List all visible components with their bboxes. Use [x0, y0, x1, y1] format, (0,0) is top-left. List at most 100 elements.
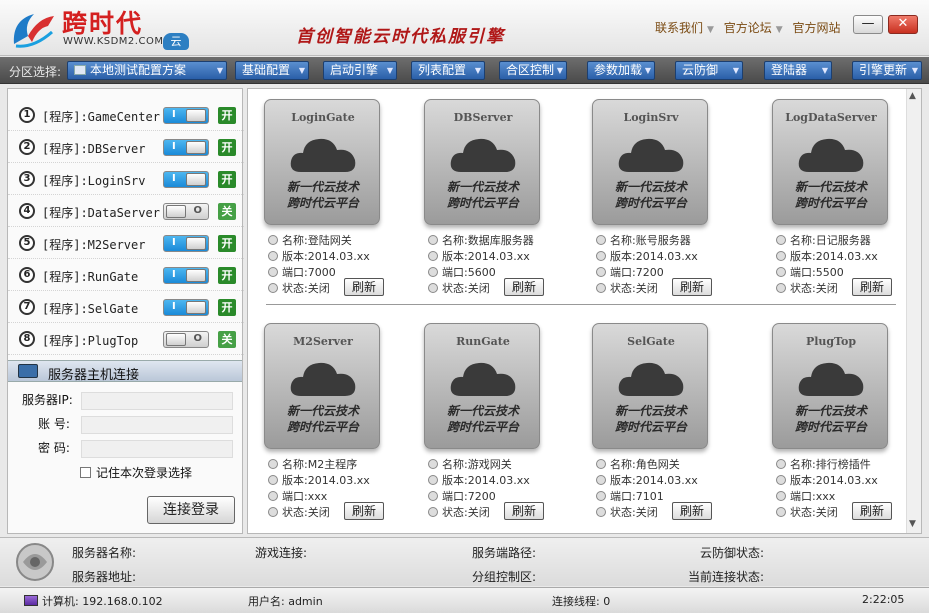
server-disk[interactable]: RunGate 新一代云技术 跨时代云平台: [424, 323, 540, 449]
bullet-icon: [428, 251, 438, 261]
refresh-button[interactable]: 刷新: [852, 278, 892, 296]
toggle-knob: [186, 141, 206, 154]
minimize-button[interactable]: —: [853, 15, 883, 34]
zone-label: 分区选择:: [9, 65, 62, 79]
bullet-icon: [776, 459, 786, 469]
close-button[interactable]: ✕: [888, 15, 918, 34]
chevron-down-icon: ▼: [732, 66, 739, 75]
zone-select-value: 本地测试配置方案: [90, 63, 187, 77]
disk-tagline-1: 新一代云技术: [614, 180, 687, 194]
server-name-value: 名称:游戏网关: [442, 458, 512, 471]
program-toggle[interactable]: I: [163, 107, 209, 124]
program-toggle[interactable]: O: [163, 203, 209, 220]
refresh-button[interactable]: 刷新: [344, 278, 384, 296]
server-port: 端口:7101: [596, 488, 664, 504]
cloud-icon: [290, 362, 356, 396]
contact-link[interactable]: 联系我们: [655, 21, 703, 35]
toggle-mark: I: [172, 173, 176, 184]
server-version: 版本:2014.03.xx: [776, 472, 878, 488]
server-status-value: 状态:关闭: [442, 282, 490, 295]
password-input[interactable]: [81, 440, 233, 458]
scroll-down-icon[interactable]: ▼: [909, 519, 916, 529]
disk-tagline-1: 新一代云技术: [794, 180, 867, 194]
disk-name: RunGate: [456, 335, 510, 348]
zone-select[interactable]: 本地测试配置方案 ▼: [67, 61, 227, 80]
bullet-icon: [776, 475, 786, 485]
toggle-knob: [186, 173, 206, 186]
menu-engine-update[interactable]: 引擎更新 ▼: [852, 61, 922, 80]
server-version: 版本:2014.03.xx: [268, 248, 370, 264]
server-version: 版本:2014.03.xx: [428, 472, 530, 488]
refresh-button[interactable]: 刷新: [504, 502, 544, 520]
program-toggle[interactable]: I: [163, 139, 209, 156]
remember-checkbox[interactable]: 记住本次登录选择: [80, 464, 192, 481]
server-name: 名称:日记服务器: [776, 232, 871, 248]
server-port-value: 端口:7200: [442, 490, 496, 503]
server-version-value: 版本:2014.03.xx: [282, 474, 370, 487]
program-number: 7: [19, 299, 35, 315]
disk-name: LoginGate: [291, 111, 355, 124]
server-disk[interactable]: LoginSrv 新一代云技术 跨时代云平台: [592, 99, 708, 225]
cloud-icon: [798, 362, 864, 396]
server-ip-label: 服务器IP:: [22, 393, 73, 407]
forum-link[interactable]: 官方论坛: [724, 21, 772, 35]
server-name-value: 名称:排行榜插件: [790, 458, 871, 471]
server-status-value: 状态:关闭: [442, 506, 490, 519]
program-toggle[interactable]: O: [163, 331, 209, 348]
menu-list-config[interactable]: 列表配置 ▼: [411, 61, 485, 80]
server-disk[interactable]: SelGate 新一代云技术 跨时代云平台: [592, 323, 708, 449]
vertical-scrollbar[interactable]: ▲ ▼: [906, 89, 921, 533]
bullet-icon: [428, 459, 438, 469]
server-name-value: 名称:日记服务器: [790, 234, 871, 247]
program-row: 8 [程序]:PlugTop O 关: [8, 323, 244, 355]
disk-tagline-2: 跨时代云平台: [446, 196, 519, 210]
toolbar: 分区选择: 本地测试配置方案 ▼ 基础配置 ▼ 启动引擎 ▼ 列表配置 ▼ 合区控制 ▼ …: [0, 57, 929, 84]
title-bar: 跨时代 WWW.KSDM2.COM 云 首创智能云时代私服引擎 联系我们 ▼ 官方…: [0, 0, 929, 56]
computer-value: 计算机: 192.168.0.102: [42, 595, 163, 608]
logo-icon: [13, 14, 54, 48]
refresh-button[interactable]: 刷新: [852, 502, 892, 520]
program-toggle[interactable]: I: [163, 235, 209, 252]
cloud-icon: [290, 138, 356, 172]
menu-launcher[interactable]: 登陆器 ▼: [764, 61, 832, 80]
menu-label: 列表配置: [418, 63, 467, 77]
program-toggle[interactable]: I: [163, 299, 209, 316]
server-status-value: 状态:关闭: [790, 282, 838, 295]
menu-start-engine[interactable]: 启动引擎 ▼: [323, 61, 397, 80]
server-port-value: 端口:7101: [610, 490, 664, 503]
refresh-button[interactable]: 刷新: [504, 278, 544, 296]
website-link[interactable]: 官方网站: [793, 21, 841, 35]
password-label: 密 码:: [38, 441, 70, 455]
disk-tagline-2: 跨时代云平台: [286, 420, 359, 434]
server-port: 端口:7000: [268, 264, 336, 280]
account-input[interactable]: [81, 416, 233, 434]
program-toggle[interactable]: I: [163, 267, 209, 284]
server-status-value: 状态:关闭: [282, 282, 330, 295]
menu-basic-config[interactable]: 基础配置 ▼: [235, 61, 309, 80]
server-disk[interactable]: DBServer 新一代云技术 跨时代云平台: [424, 99, 540, 225]
server-disk[interactable]: LogDataServer 新一代云技术 跨时代云平台: [772, 99, 888, 225]
server-ip-input[interactable]: [81, 392, 233, 410]
menu-merge-control[interactable]: 合区控制 ▼: [499, 61, 567, 80]
bullet-icon: [428, 491, 438, 501]
bullet-icon: [596, 251, 606, 261]
refresh-button[interactable]: 刷新: [672, 502, 712, 520]
server-disk[interactable]: PlugTop 新一代云技术 跨时代云平台: [772, 323, 888, 449]
program-panel: 1 [程序]:GameCenter I 开 2 [程序]:DBServer I …: [7, 88, 244, 534]
menu-cloud-defense[interactable]: 云防御 ▼: [675, 61, 743, 80]
server-name: 名称:账号服务器: [596, 232, 691, 248]
refresh-button[interactable]: 刷新: [344, 502, 384, 520]
program-row: 5 [程序]:M2Server I 开: [8, 227, 244, 259]
refresh-button[interactable]: 刷新: [672, 278, 712, 296]
program-toggle[interactable]: I: [163, 171, 209, 188]
connect-login-button[interactable]: 连接登录: [147, 496, 235, 524]
menu-label: 基础配置: [242, 63, 291, 77]
program-label: [程序]:PlugTop: [42, 334, 139, 348]
server-disk[interactable]: LoginGate 新一代云技术 跨时代云平台: [264, 99, 380, 225]
bullet-icon: [268, 475, 278, 485]
program-row: 2 [程序]:DBServer I 开: [8, 131, 244, 163]
chevron-down-icon: ▼: [556, 66, 563, 75]
menu-param-load[interactable]: 参数加载 ▼: [587, 61, 655, 80]
scroll-up-icon[interactable]: ▲: [909, 91, 916, 101]
server-disk[interactable]: M2Server 新一代云技术 跨时代云平台: [264, 323, 380, 449]
